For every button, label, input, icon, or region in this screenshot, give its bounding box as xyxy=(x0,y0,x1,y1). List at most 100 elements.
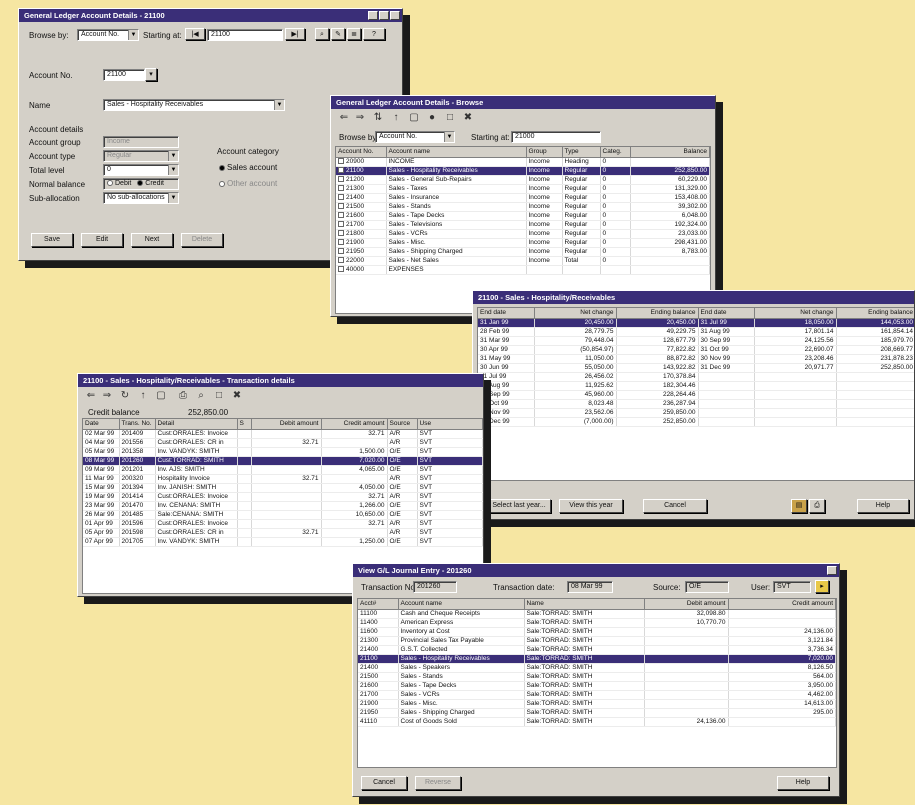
delete-icon[interactable]: ✖ xyxy=(461,112,475,124)
window-icon[interactable]: □ xyxy=(443,112,457,124)
new-document-icon[interactable]: ▢ xyxy=(154,390,168,402)
column-header[interactable]: Ending balance xyxy=(616,308,699,319)
checkbox-icon[interactable] xyxy=(338,212,344,219)
table-row[interactable]: 30 Jun 99 55,050.00 143,922.82 31 Dec 99 20,… xyxy=(478,363,914,373)
account-no-field[interactable]: 21100 xyxy=(103,69,145,81)
delete-button[interactable]: Delete xyxy=(181,233,223,247)
table-row[interactable]: 30 Apr 99 (50,854.97) 77,822.82 31 Oct 99 22… xyxy=(478,345,914,355)
starting-at-field[interactable]: 21000 xyxy=(511,131,601,143)
account-type-select[interactable]: Regular ▼ xyxy=(103,150,179,162)
table-row[interactable]: 21500 Sales - Stands Income Regular 0 39,302.… xyxy=(336,202,710,212)
sub-allocation-select[interactable]: No sub-allocations ▼ xyxy=(103,192,179,204)
checkbox-icon[interactable] xyxy=(338,158,344,165)
table-row[interactable]: 31 Oct 99 8,023.48 236,287.94 xyxy=(478,399,914,409)
last-record-button[interactable]: ▶| xyxy=(285,28,305,40)
edit-icon[interactable]: ✎ xyxy=(331,28,345,40)
up-icon[interactable]: ↑ xyxy=(136,390,150,402)
table-row[interactable]: 28 Feb 99 28,779.75 49,229.75 31 Aug 99 17,8… xyxy=(478,327,914,337)
table-row[interactable]: 21400 Sales - Insurance Income Regular 0 153,… xyxy=(336,193,710,203)
table-row[interactable]: 21400 Sales - Speakers Sale:TORRAD: SMITH 8… xyxy=(358,663,836,673)
checkbox-icon[interactable] xyxy=(338,266,344,273)
table-row[interactable]: 21900 Sales - Misc. Sale:TORRAD: SMITH 14,6… xyxy=(358,699,836,709)
checkbox-icon[interactable] xyxy=(338,239,344,246)
table-row[interactable]: 19 Mar 99 201414 Cust:ORRALES: Invoice 32.7… xyxy=(83,492,483,502)
column-header[interactable]: End date xyxy=(698,308,755,319)
checkbox-icon[interactable] xyxy=(338,221,344,228)
table-row[interactable]: 20900 INCOME Income Heading 0 xyxy=(336,157,710,167)
table-row[interactable]: 21900 Sales - Misc. Income Regular 0 298,431.… xyxy=(336,238,710,248)
checkbox-icon[interactable] xyxy=(338,194,344,201)
table-row[interactable]: 21600 Sales - Tape Decks Income Regular 0 6,0… xyxy=(336,211,710,221)
checkbox-icon[interactable] xyxy=(338,185,344,192)
column-header[interactable]: Trans. No. xyxy=(119,419,156,430)
column-header[interactable]: Group xyxy=(526,147,563,158)
column-header[interactable]: Date xyxy=(83,419,120,430)
refresh-icon[interactable]: ↻ xyxy=(118,390,132,402)
forward-icon[interactable]: ⇒ xyxy=(100,390,114,402)
report-icon[interactable]: ▤ xyxy=(791,499,807,513)
column-header[interactable]: Account No. xyxy=(336,147,387,158)
list-icon[interactable]: ≣ xyxy=(347,28,361,40)
table-row[interactable]: 21700 Sales - VCRs Sale:TORRAD: SMITH 4,462… xyxy=(358,690,836,700)
table-row[interactable]: 21950 Sales - Shipping Charged Sale:TORRAD… xyxy=(358,708,836,718)
debit-radio[interactable] xyxy=(107,180,113,187)
sort-icon[interactable]: ⇅ xyxy=(371,112,385,124)
table-row[interactable]: 21500 Sales - Stands Sale:TORRAD: SMITH 564… xyxy=(358,672,836,682)
help-button[interactable]: Help xyxy=(777,776,829,790)
table-row[interactable]: 22000 Sales - Net Sales Income Total 0 xyxy=(336,256,710,266)
table-row[interactable]: 40000 EXPENSES xyxy=(336,265,710,275)
checkbox-icon[interactable] xyxy=(338,203,344,210)
close-icon[interactable] xyxy=(390,11,400,20)
help-icon[interactable]: ? xyxy=(363,28,385,40)
column-header[interactable]: Net change xyxy=(534,308,617,319)
table-row[interactable]: 26 Mar 99 201485 Sale:CENANA: SMITH 10,650.… xyxy=(83,510,483,520)
up-icon[interactable]: ↑ xyxy=(389,112,403,124)
table-row[interactable]: 11400 American Express Sale:TORRAD: SMITH 1… xyxy=(358,618,836,628)
sales-account-option[interactable]: Sales account xyxy=(219,163,277,172)
column-header[interactable]: S xyxy=(237,419,252,430)
table-row[interactable]: 21300 Sales - Taxes Income Regular 0 131,329.… xyxy=(336,184,710,194)
column-header[interactable]: Credit amount xyxy=(321,419,388,430)
credit-radio[interactable] xyxy=(137,180,144,187)
maximize-icon[interactable] xyxy=(379,11,389,20)
column-header[interactable]: Source xyxy=(387,419,418,430)
table-row[interactable]: 08 Mar 99 201260 Cust:TORRAD: SMITH 7,020.0… xyxy=(83,456,483,466)
browse-by-select[interactable]: Account No. ▼ xyxy=(375,131,455,143)
checkbox-icon[interactable] xyxy=(338,230,344,237)
table-row[interactable]: 02 Mar 99 201409 Cust:ORRALES: Invoice 32.7… xyxy=(83,429,483,439)
checkbox-icon[interactable] xyxy=(338,176,344,183)
table-row[interactable]: 21100 Sales - Hospitality Receivables Inco… xyxy=(336,166,710,176)
table-row[interactable]: 30 Nov 99 23,562.06 259,850.00 xyxy=(478,408,914,418)
table-row[interactable]: 21300 Provincial Sales Tax Payable Sale:TO… xyxy=(358,636,836,646)
total-level-field[interactable]: 0 ▼ xyxy=(103,164,179,176)
sales-account-radio[interactable] xyxy=(219,164,225,171)
view-this-year-button[interactable]: View this year xyxy=(559,499,623,513)
column-header[interactable]: Acct# xyxy=(358,599,399,610)
minimize-icon[interactable] xyxy=(368,11,378,20)
account-name-field[interactable]: Sales - Hospitality Receivables ▼ xyxy=(103,99,285,111)
edit-button[interactable]: Edit xyxy=(81,233,123,247)
column-header[interactable]: Categ. xyxy=(600,147,631,158)
new-document-icon[interactable]: ▢ xyxy=(407,112,421,124)
column-header[interactable]: End date xyxy=(478,308,535,319)
window-icon[interactable]: □ xyxy=(212,390,226,402)
table-row[interactable]: 07 Apr 99 201705 Inv. VANDYK: SMITH 1,250.0… xyxy=(83,537,483,547)
record-icon[interactable]: ● xyxy=(425,112,439,124)
table-row[interactable]: 41110 Cost of Goods Sold Sale:TORRAD: SMIT… xyxy=(358,717,836,727)
reverse-button[interactable]: Reverse xyxy=(415,776,461,790)
table-row[interactable]: 31 Aug 99 11,925.62 182,304.46 xyxy=(478,381,914,391)
table-row[interactable]: 15 Mar 99 201394 Inv. JANISH: SMITH 4,050.0… xyxy=(83,483,483,493)
table-row[interactable]: 21600 Sales - Tape Decks Sale:TORRAD: SMIT… xyxy=(358,681,836,691)
cancel-button[interactable]: Cancel xyxy=(643,499,707,513)
arrow-icon[interactable]: ▸ xyxy=(815,580,829,593)
account-lookup-icon[interactable]: ▾ xyxy=(145,68,157,81)
browse-by-select[interactable]: Account No. ▼ xyxy=(77,29,139,41)
table-row[interactable]: 31 Dec 99 (7,000.00) 252,850.00 xyxy=(478,417,914,427)
print-icon[interactable]: ⎙ xyxy=(176,390,190,402)
table-row[interactable]: 31 Jan 99 20,450.00 20,450.00 31 Jul 99 18,0… xyxy=(478,318,914,328)
table-row[interactable]: 21700 Sales - Televisions Income Regular 0 19… xyxy=(336,220,710,230)
back-icon[interactable]: ⇐ xyxy=(84,390,98,402)
column-header[interactable]: Name xyxy=(524,599,645,610)
starting-at-field[interactable]: 21100 xyxy=(207,29,283,41)
next-button[interactable]: Next xyxy=(131,233,173,247)
